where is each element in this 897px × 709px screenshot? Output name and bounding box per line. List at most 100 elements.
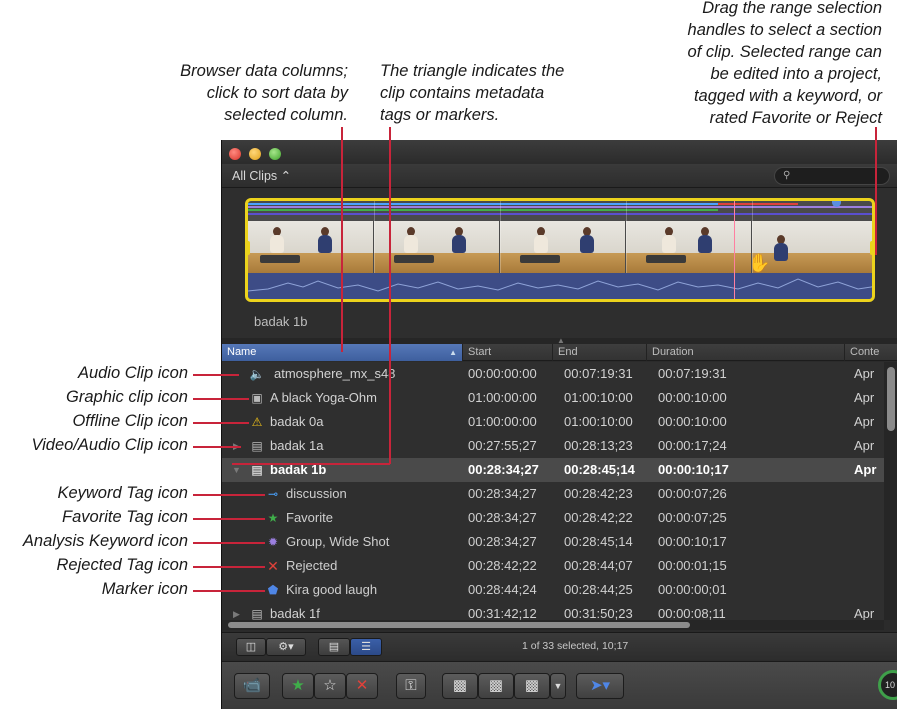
range-selection-filmstrip[interactable]: ✋: [245, 198, 875, 302]
end-cell: 00:28:44;25: [564, 582, 633, 597]
label-marker-icon: Marker icon: [101, 580, 188, 598]
keyword-range-stripe: [248, 203, 718, 205]
callout-line: selected column.: [224, 106, 348, 124]
background-tasks-meter[interactable]: 10: [878, 670, 897, 700]
column-header-label: End: [558, 346, 578, 358]
frame-floor: [626, 253, 751, 273]
frame-wall: [752, 221, 872, 257]
start-cell: 00:28:42;22: [468, 558, 537, 573]
pointer-line: [193, 542, 265, 544]
keyword-editor-button[interactable]: ⚿: [396, 673, 426, 699]
arrow-tool-icon: ➤▾: [589, 677, 611, 694]
close-window-button[interactable]: [229, 148, 241, 160]
callout-line: rated Favorite or Reject: [709, 109, 882, 127]
import-media-button[interactable]: 📹: [234, 673, 270, 699]
list-view-button[interactable]: ☰: [350, 638, 382, 656]
frame-floor: [500, 253, 625, 273]
column-header-end[interactable]: End: [553, 344, 647, 361]
frame-mat: [260, 255, 300, 263]
label-video-audio-clip-icon: Video/Audio Clip icon: [31, 436, 188, 454]
label-audio-clip-icon: Audio Clip icon: [77, 364, 188, 382]
name-cell: ▶ ▤ badak 1a: [222, 434, 463, 458]
clip-list: 🔈 atmosphere_mx_s48 00:00:00:00 00:07:19…: [222, 362, 884, 620]
filmstrip-clip-name: badak 1b: [254, 314, 308, 329]
list-row-video-audio-clip[interactable]: ▶ ▤ badak 1f 00:31:42;12 00:31:50;23 00:…: [222, 602, 884, 620]
frame-wall: [500, 221, 625, 257]
filmstrip-view-button[interactable]: ▤: [318, 638, 350, 656]
filmstrip-frame: [374, 221, 499, 273]
clip-name: Kira good laugh: [286, 582, 378, 597]
end-cell: 00:31:50;23: [564, 606, 633, 620]
pointer-line: [389, 127, 391, 464]
content-cell: Apr: [854, 462, 877, 477]
list-row-marker[interactable]: ⬟ Kira good laugh 00:28:44;24 00:28:44;2…: [222, 578, 884, 602]
list-row-offline-clip[interactable]: ⚠ badak 0a 01:00:00:00 01:00:10:00 00:00…: [222, 410, 884, 434]
vertical-scroll-thumb[interactable]: [887, 367, 895, 431]
list-view-icon: ☰: [361, 641, 371, 653]
column-header-label: Conte: [850, 346, 880, 358]
star-icon: ★: [291, 677, 305, 694]
filmstrip-area: ✋ badak 1b: [222, 188, 897, 338]
column-header-name[interactable]: Name ▲: [222, 344, 463, 361]
list-row-video-audio-clip[interactable]: ▶ ▤ badak 1a 00:27:55;27 00:28:13;23 00:…: [222, 434, 884, 458]
vertical-scrollbar[interactable]: [884, 362, 897, 620]
duration-cell: 00:00:10:00: [658, 390, 727, 405]
rate-favorite-button[interactable]: ★: [282, 673, 314, 699]
callout-line: click to sort data by: [206, 84, 348, 102]
horizontal-scroll-thumb[interactable]: [228, 622, 690, 628]
frame-mat: [646, 255, 686, 263]
clip-name: badak 0a: [270, 414, 324, 429]
list-row-audio-clip[interactable]: 🔈 atmosphere_mx_s48 00:00:00:00 00:07:19…: [222, 362, 884, 386]
list-row-keyword[interactable]: ⊸ discussion 00:28:34;27 00:28:42;23 00:…: [222, 482, 884, 506]
list-row-rejected[interactable]: ✕ Rejected 00:28:42;22 00:28:44;07 00:00…: [222, 554, 884, 578]
name-cell: ▣ A black Yoga-Ohm: [222, 386, 463, 410]
zoom-window-button[interactable]: [269, 148, 281, 160]
callout-line: Drag the range selection: [702, 0, 882, 17]
skimmer-playhead[interactable]: [734, 201, 735, 299]
end-cell: 00:07:19:31: [564, 366, 633, 381]
minimize-window-button[interactable]: [249, 148, 261, 160]
select-tool-button[interactable]: ➤▾: [576, 673, 624, 699]
frame-floor: [374, 253, 499, 273]
edit-options-menu[interactable]: ▼: [550, 673, 566, 699]
column-header-duration[interactable]: Duration: [647, 344, 845, 361]
duration-cell: 00:00:17;24: [658, 438, 727, 453]
end-cell: 00:28:42;23: [564, 486, 633, 501]
list-row-analysis-keyword[interactable]: ✹ Group, Wide Shot 00:28:34;27 00:28:45;…: [222, 530, 884, 554]
x-icon: ✕: [267, 558, 279, 574]
star-icon: ★: [267, 511, 279, 525]
search-field[interactable]: ⚲: [774, 167, 890, 185]
append-clip-button[interactable]: ▩: [514, 673, 550, 699]
connect-clip-button[interactable]: ▩: [442, 673, 478, 699]
disclosure-triangle-open-icon[interactable]: ▼: [232, 458, 242, 482]
column-header-content[interactable]: Conte: [845, 344, 897, 361]
start-cell: 00:27:55;27: [468, 438, 537, 453]
name-cell: ▶ ▤ badak 1f: [222, 602, 463, 620]
disclosure-triangle-icon[interactable]: ▶: [233, 602, 243, 620]
filmstrip-icon: ▤: [251, 463, 263, 477]
name-cell: 🔈 atmosphere_mx_s48: [222, 362, 463, 386]
clips-filter-popup[interactable]: All Clips ⌃: [226, 167, 297, 185]
name-cell: ▼ ▤ badak 1b: [222, 458, 463, 482]
insert-clip-button[interactable]: ▩: [478, 673, 514, 699]
image-icon: ▣: [251, 391, 263, 405]
duration-cell: 00:00:07;26: [658, 486, 727, 501]
show-sidebar-button[interactable]: ◫: [236, 638, 266, 656]
list-row-graphic-clip[interactable]: ▣ A black Yoga-Ohm 01:00:00:00 01:00:10:…: [222, 386, 884, 410]
unrate-button[interactable]: ☆: [314, 673, 346, 699]
range-handle-left[interactable]: [248, 241, 250, 255]
horizontal-scrollbar[interactable]: [222, 620, 884, 630]
pointer-line: [193, 494, 265, 496]
list-row-favorite[interactable]: ★ Favorite 00:28:34;27 00:28:42;22 00:00…: [222, 506, 884, 530]
start-cell: 01:00:00:00: [468, 414, 537, 429]
start-cell: 00:28:44;24: [468, 582, 537, 597]
action-menu-button[interactable]: ⚙▾: [266, 638, 306, 656]
content-cell: Apr: [854, 438, 875, 453]
callout-line: clip contains metadata: [380, 84, 545, 102]
list-header: Name ▲ Start End Duration Conte: [222, 344, 897, 361]
clip-name: atmosphere_mx_s48: [274, 366, 396, 381]
list-row-selected-clip[interactable]: ▼ ▤ badak 1b 00:28:34;27 00:28:45;14 00:…: [222, 458, 884, 482]
clip-name: discussion: [286, 486, 347, 501]
column-header-start[interactable]: Start: [463, 344, 553, 361]
reject-button[interactable]: ✕: [346, 673, 378, 699]
